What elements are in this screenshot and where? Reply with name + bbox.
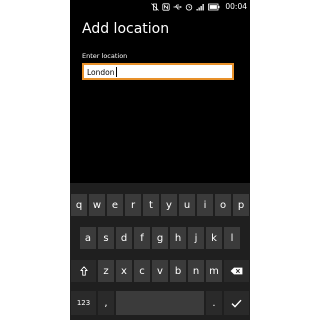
key-x[interactable]: x (116, 260, 132, 282)
key-a[interactable]: a (80, 227, 96, 249)
key-s[interactable]: s (98, 227, 114, 249)
key-p[interactable]: p (233, 194, 249, 216)
key-j[interactable]: j (188, 227, 204, 249)
space-bar[interactable] (116, 291, 204, 315)
key-i[interactable]: i (197, 194, 213, 216)
key-d[interactable]: d (116, 227, 132, 249)
key-u[interactable]: u (179, 194, 195, 216)
key-w[interactable]: w (89, 194, 105, 216)
key-b[interactable]: b (170, 260, 186, 282)
vibrate-off-icon (151, 3, 159, 11)
key-n[interactable]: n (188, 260, 204, 282)
numbers-key[interactable]: 123 (71, 291, 96, 315)
key-g[interactable]: g (152, 227, 168, 249)
location-input-value: London (87, 68, 115, 77)
comma-key[interactable]: , (98, 291, 114, 315)
key-q[interactable]: q (71, 194, 87, 216)
key-c[interactable]: c (134, 260, 150, 282)
signal-icon (196, 3, 205, 11)
key-h[interactable]: h (170, 227, 186, 249)
page-title: Add location (82, 21, 170, 37)
backspace-key[interactable] (224, 260, 249, 282)
status-icons (151, 2, 220, 12)
key-l[interactable]: l (224, 227, 240, 249)
backspace-icon (230, 267, 243, 275)
key-t[interactable]: t (143, 194, 159, 216)
key-v[interactable]: v (152, 260, 168, 282)
status-clock: 00:04 (225, 2, 247, 11)
key-o[interactable]: o (215, 194, 231, 216)
location-field-label: Enter location (82, 52, 128, 60)
alarm-icon (185, 3, 193, 11)
key-f[interactable]: f (134, 227, 150, 249)
on-screen-keyboard: q w e r t y u i o p a s d f g h j k l z … (70, 183, 250, 320)
shift-arrow-icon (79, 266, 88, 276)
battery-icon (208, 3, 220, 11)
enter-key[interactable] (224, 291, 249, 315)
phone-screen: 00:04 Add location Enter location London… (70, 0, 250, 320)
shift-key[interactable] (71, 260, 96, 282)
text-caret (116, 67, 117, 77)
location-input[interactable]: London (82, 63, 234, 80)
usb-icon (173, 3, 182, 11)
key-m[interactable]: m (206, 260, 222, 282)
key-r[interactable]: r (125, 194, 141, 216)
key-k[interactable]: k (206, 227, 222, 249)
key-y[interactable]: y (161, 194, 177, 216)
nfc-icon (162, 3, 170, 11)
key-z[interactable]: z (98, 260, 114, 282)
status-bar: 00:04 (70, 0, 250, 14)
checkmark-icon (231, 299, 242, 308)
key-e[interactable]: e (107, 194, 123, 216)
period-key[interactable]: . (206, 291, 222, 315)
